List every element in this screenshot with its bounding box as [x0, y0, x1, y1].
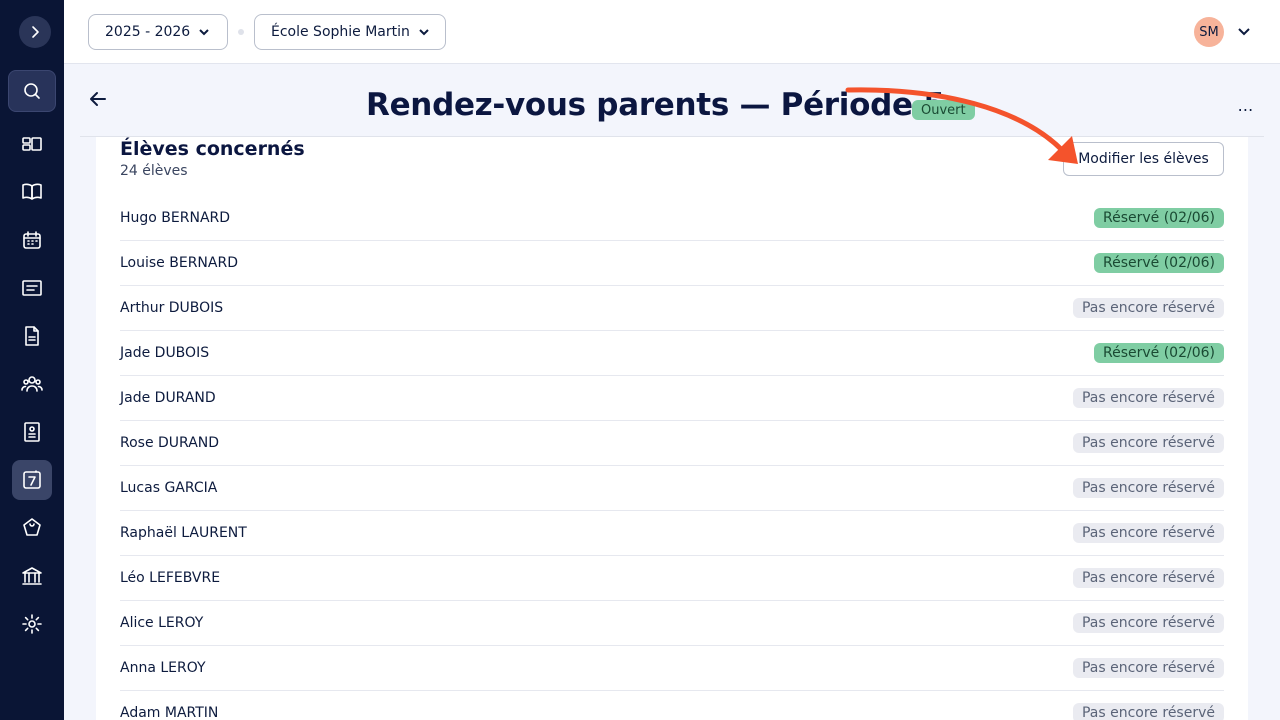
sidebar-item-books[interactable] [12, 172, 52, 212]
school-value: École Sophie Martin [271, 24, 410, 40]
sidebar-item-dashboard[interactable] [12, 124, 52, 164]
chevron-down-icon [199, 29, 209, 36]
sidebar-item-board[interactable] [12, 268, 52, 308]
user-avatar[interactable]: SM [1194, 17, 1224, 47]
student-row[interactable]: Louise BERNARD Réservé (02/06) [120, 241, 1224, 286]
message-board-icon [22, 280, 42, 296]
booking-status-badge: Pas encore réservé [1072, 568, 1224, 588]
document-icon [25, 326, 39, 346]
chevron-down-icon [419, 29, 429, 36]
booking-status-badge: Réservé (02/06) [1094, 253, 1224, 273]
booking-status-badge: Pas encore réservé [1072, 433, 1224, 453]
puzzle-icon [23, 518, 41, 536]
student-name: Hugo BERNARD [120, 210, 231, 226]
chevron-right-icon [32, 26, 39, 38]
booking-status-badge: Réservé (02/06) [1094, 208, 1224, 228]
student-row[interactable]: Jade DUBOIS Réservé (02/06) [120, 331, 1224, 376]
institution-icon [22, 567, 42, 585]
more-horizontal-icon: ⋯ [1237, 99, 1255, 119]
student-name: Alice LEROY [120, 615, 204, 631]
expand-sidebar-button[interactable] [19, 16, 51, 48]
sidebar-item-institution[interactable] [12, 556, 52, 596]
student-name: Adam MARTIN [120, 705, 219, 720]
student-row[interactable]: Lucas GARCIA Pas encore réservé [120, 466, 1224, 511]
student-row[interactable]: Alice LEROY Pas encore réservé [120, 601, 1224, 646]
page-title: Rendez-vous parents — Période 5 [366, 87, 945, 123]
user-menu-button[interactable] [1234, 22, 1254, 42]
sidebar-item-settings[interactable] [12, 604, 52, 644]
sidebar-item-documents[interactable] [12, 316, 52, 356]
student-name: Louise BERNARD [120, 255, 238, 271]
students-card: Élèves concernés 24 élèves Modifier les … [96, 137, 1248, 720]
search-button[interactable] [8, 70, 56, 112]
sidebar [0, 0, 64, 720]
student-row[interactable]: Léo LEFEBVRE Pas encore réservé [120, 556, 1224, 601]
sidebar-item-notebook[interactable] [12, 412, 52, 452]
student-row[interactable]: Jade DURAND Pas encore réservé [120, 376, 1224, 421]
booking-status-badge: Pas encore réservé [1072, 388, 1224, 408]
notebook-icon [24, 422, 40, 442]
student-row[interactable]: Raphaël LAURENT Pas encore réservé [120, 511, 1224, 556]
booking-status-badge: Pas encore réservé [1072, 703, 1224, 720]
student-name: Léo LEFEBVRE [120, 570, 221, 586]
student-name: Anna LEROY [120, 660, 206, 676]
sidebar-item-calendar[interactable] [12, 220, 52, 260]
booking-status-badge: Pas encore réservé [1072, 523, 1224, 543]
school-select[interactable]: École Sophie Martin [254, 14, 446, 50]
chevron-down-icon [1238, 28, 1250, 36]
student-name: Jade DUBOIS [120, 345, 210, 361]
student-list: Hugo BERNARD Réservé (02/06) Louise BERNAR… [120, 196, 1224, 720]
student-name: Arthur DUBOIS [120, 300, 224, 316]
sidebar-item-meetings[interactable] [12, 460, 52, 500]
calendar-icon [23, 231, 41, 249]
student-name: Jade DURAND [120, 390, 216, 406]
back-button[interactable] [86, 87, 110, 111]
gear-icon [22, 614, 42, 634]
school-year-value: 2025 - 2026 [105, 24, 191, 40]
arrow-left-icon [90, 92, 106, 106]
book-icon [22, 183, 42, 200]
dashboard-icon [22, 137, 42, 151]
student-row[interactable]: Adam MARTIN Pas encore réservé [120, 691, 1224, 720]
school-year-select[interactable]: 2025 - 2026 [88, 14, 228, 50]
booking-status-badge: Pas encore réservé [1072, 658, 1224, 678]
topbar: 2025 - 2026 École Sophie Martin SM [64, 0, 1280, 64]
meeting-icon [23, 470, 41, 489]
student-name: Rose DURAND [120, 435, 220, 451]
status-badge: Ouvert [912, 100, 975, 120]
student-row[interactable]: Hugo BERNARD Réservé (02/06) [120, 196, 1224, 241]
student-row[interactable]: Arthur DUBOIS Pas encore réservé [120, 286, 1224, 331]
student-row[interactable]: Rose DURAND Pas encore réservé [120, 421, 1224, 466]
card-title: Élèves concernés [120, 138, 305, 160]
sidebar-item-activities[interactable] [12, 508, 52, 548]
more-options-button[interactable]: ⋯ [1234, 97, 1258, 121]
group-icon [21, 376, 43, 392]
booking-status-badge: Pas encore réservé [1072, 298, 1224, 318]
student-row[interactable]: Anna LEROY Pas encore réservé [120, 646, 1224, 691]
booking-status-badge: Pas encore réservé [1072, 613, 1224, 633]
student-name: Lucas GARCIA [120, 480, 218, 496]
booking-status-badge: Pas encore réservé [1072, 478, 1224, 498]
separator-dot [238, 29, 244, 35]
student-name: Raphaël LAURENT [120, 525, 247, 541]
booking-status-badge: Réservé (02/06) [1094, 343, 1224, 363]
sidebar-item-groups[interactable] [12, 364, 52, 404]
search-icon [24, 83, 40, 99]
page-header: Rendez-vous parents — Période 5 Ouvert ⋯ [80, 65, 1264, 137]
edit-students-button[interactable]: Modifier les élèves [1063, 142, 1224, 176]
student-count: 24 élèves [120, 163, 188, 179]
